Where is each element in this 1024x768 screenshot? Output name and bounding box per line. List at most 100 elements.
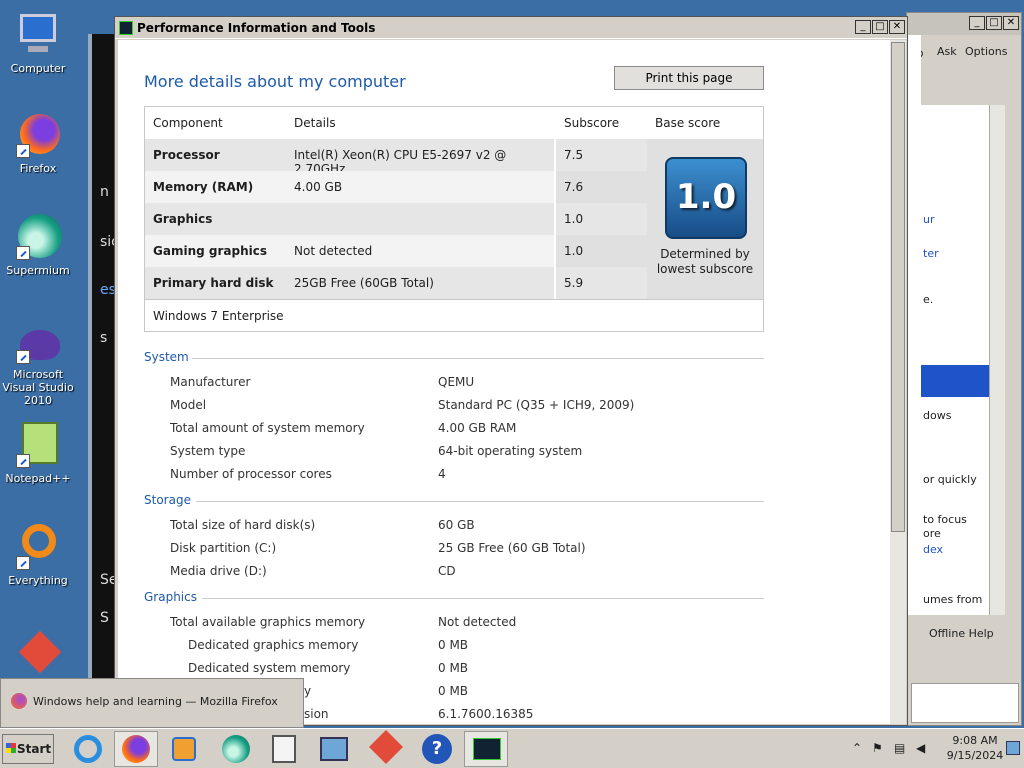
media-player-icon[interactable] xyxy=(162,731,206,767)
performance-window[interactable]: Performance Information and Tools _ □ ✕ … xyxy=(114,16,908,726)
firefox-icon xyxy=(14,110,62,158)
internet-explorer-icon[interactable] xyxy=(66,731,110,767)
close-button[interactable]: ✕ xyxy=(889,20,905,34)
property-value: 25 GB Free (60 GB Total) xyxy=(438,541,586,555)
link-fragment[interactable]: dex xyxy=(923,543,943,556)
clock[interactable]: 9:08 AM 9/15/2024 xyxy=(940,733,1010,763)
shortcut-arrow-icon xyxy=(16,144,30,158)
property-value: 4 xyxy=(438,467,446,481)
property-label: Total size of hard disk(s) xyxy=(170,518,316,532)
taskbar: Start ? ⌃ ⚑ ▤ ◀ 9:08 AM 9/15/2024 xyxy=(0,728,1024,768)
desktop-icon-supermium[interactable]: Supermium xyxy=(2,212,74,277)
component-name: Memory (RAM) xyxy=(145,171,286,203)
base-score-badge: 1.0 xyxy=(665,157,747,239)
background-window-titlebar: _ □ ✕ xyxy=(907,13,1021,35)
vertical-scrollbar[interactable] xyxy=(890,40,906,724)
show-hidden-icons-icon[interactable]: ⌃ xyxy=(852,741,866,755)
table-row: Processor Intel(R) Xeon(R) CPU E5-2697 v… xyxy=(145,139,647,176)
shortcut-arrow-icon xyxy=(16,246,30,260)
table-header: Component Details Subscore Base score xyxy=(145,107,763,139)
selected-topic[interactable] xyxy=(921,365,989,397)
menu-options[interactable]: Options xyxy=(965,45,1007,58)
calculator-icon[interactable] xyxy=(262,731,306,767)
print-button[interactable]: Print this page xyxy=(614,66,764,90)
column-header: Component xyxy=(153,116,223,130)
close-button[interactable]: ✕ xyxy=(1003,16,1019,30)
window-title: Performance Information and Tools xyxy=(137,21,376,35)
property-label: Disk partition (C:) xyxy=(170,541,277,555)
property-label: y xyxy=(304,684,312,698)
desktop-icon-app[interactable] xyxy=(2,628,74,680)
clock-date: 9/15/2024 xyxy=(946,749,1004,762)
text-fragment: to focus xyxy=(923,513,967,526)
property-label: Number of processor cores xyxy=(170,467,332,481)
link-fragment[interactable]: ter xyxy=(923,247,939,260)
minimize-button[interactable]: _ xyxy=(969,16,985,30)
network-icon[interactable]: ▤ xyxy=(894,741,908,755)
offline-help-button[interactable]: Offline Help xyxy=(929,627,994,640)
component-name: Primary hard disk xyxy=(145,267,286,299)
section-divider xyxy=(192,358,764,359)
popup-window-item[interactable]: Windows help and learning — Mozilla Fire… xyxy=(11,693,278,709)
maximize-button[interactable]: □ xyxy=(986,16,1002,30)
property-value: QEMU xyxy=(438,375,475,389)
section-graphics: Graphics xyxy=(144,590,197,604)
desktop-icon-computer[interactable]: Computer xyxy=(2,10,74,75)
page-title: More details about my computer xyxy=(144,72,406,91)
section-divider xyxy=(202,598,764,599)
component-name: Graphics xyxy=(145,203,286,235)
performance-icon xyxy=(119,21,133,35)
start-button[interactable]: Start xyxy=(2,734,54,764)
background-window-scrollbar[interactable] xyxy=(989,105,1005,615)
property-value: 0 MB xyxy=(438,638,469,652)
property-value: 64-bit operating system xyxy=(438,444,583,458)
desktop-icon-notepadpp[interactable]: Notepad++ xyxy=(2,420,74,485)
section-storage: Storage xyxy=(144,493,191,507)
score-table: Component Details Subscore Base score Pr… xyxy=(144,106,764,332)
help-icon[interactable]: ? xyxy=(414,731,458,767)
supermium-icon xyxy=(14,212,62,260)
column-header: Subscore xyxy=(564,116,620,130)
firefox-taskbar-icon[interactable] xyxy=(114,731,158,767)
base-score-value: 1.0 xyxy=(675,177,737,217)
window-titlebar[interactable]: Performance Information and Tools _ □ ✕ xyxy=(115,17,907,39)
column-header: Base score xyxy=(655,116,721,130)
table-row: Primary hard disk 25GB Free (60GB Total)… xyxy=(145,267,647,299)
property-label: Dedicated graphics memory xyxy=(188,638,359,652)
app-taskbar-icon[interactable] xyxy=(364,730,408,767)
system-tray: ⌃ ⚑ ▤ ◀ 9:08 AM 9/15/2024 xyxy=(848,731,1022,767)
visual-studio-icon xyxy=(14,328,62,364)
action-center-flag-icon[interactable]: ⚑ xyxy=(872,741,886,755)
component-details: Not detected xyxy=(286,235,554,267)
property-label: System type xyxy=(170,444,246,458)
desktop-icon-visual-studio[interactable]: Microsoft Visual Studio 2010 xyxy=(2,328,74,407)
supermium-taskbar-icon[interactable] xyxy=(214,731,258,767)
property-label: Total available graphics memory xyxy=(170,615,366,629)
os-edition: Windows 7 Enterprise xyxy=(153,309,284,323)
column-header: Details xyxy=(294,116,336,130)
text-fragment: ore xyxy=(923,527,941,540)
maximize-button[interactable]: □ xyxy=(872,20,888,34)
minimize-button[interactable]: _ xyxy=(855,20,871,34)
shortcut-arrow-icon xyxy=(16,350,30,364)
background-help-window[interactable]: _ □ ✕ ⟲ Ask Options ur ter e. dows or qu… xyxy=(906,12,1022,726)
base-score-panel: 1.0 Determined by lowest subscore xyxy=(647,139,763,299)
table-row: Gaming graphics Not detected 1.0 xyxy=(145,235,647,267)
menu-ask[interactable]: Ask xyxy=(937,45,957,58)
caption-line: Determined by xyxy=(660,247,750,261)
section-system: System xyxy=(144,350,189,364)
property-label: Total amount of system memory xyxy=(170,421,365,435)
component-name: Processor xyxy=(145,139,286,171)
scrollbar-thumb[interactable] xyxy=(891,42,905,532)
text-fragment: e. xyxy=(923,293,934,306)
desktop-icon-firefox[interactable]: Firefox xyxy=(2,110,74,175)
app-icon xyxy=(14,628,62,676)
control-panel-icon[interactable] xyxy=(312,731,356,767)
property-value: 60 GB xyxy=(438,518,475,532)
background-window-strip xyxy=(907,35,921,615)
property-value: Standard PC (Q35 + ICH9, 2009) xyxy=(438,398,635,412)
volume-muted-icon[interactable]: ◀ xyxy=(916,741,930,755)
desktop-icon-everything[interactable]: Everything xyxy=(2,522,74,587)
show-desktop-icon[interactable] xyxy=(1006,741,1020,755)
performance-taskbar-icon[interactable] xyxy=(464,731,508,767)
